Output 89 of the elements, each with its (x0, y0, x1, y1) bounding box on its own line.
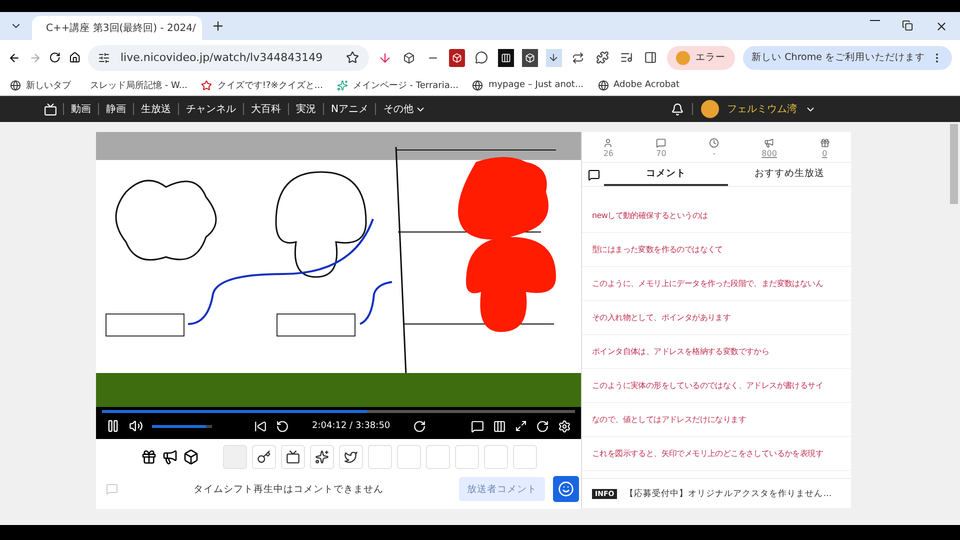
item-slot[interactable] (338, 445, 362, 469)
stat-value: - (712, 149, 716, 158)
plus-icon (211, 19, 225, 33)
tv-logo-icon (44, 102, 57, 116)
key-icon (256, 450, 270, 464)
bookmark-item[interactable]: Adobe Acrobat (598, 80, 680, 90)
nav-link[interactable]: 静画 (105, 102, 127, 116)
download-box-icon[interactable] (546, 48, 562, 66)
box-icon (182, 449, 198, 465)
stat-value[interactable]: 0 (822, 149, 828, 158)
chat-icon[interactable] (473, 48, 490, 66)
comment-disabled-message: タイムシフト再生中はコメントできません (192, 482, 384, 496)
minimize-icon[interactable] (870, 20, 880, 21)
update-chrome-button[interactable]: 新しい Chrome をご利用いただけます (742, 46, 952, 70)
gift-icon (820, 138, 830, 148)
globe-icon (10, 80, 21, 90)
info-text: 【応募受付中】オリジナルアクスタを作りません… (625, 488, 832, 500)
bell-icon (671, 102, 684, 116)
comment-text: このように、メモリ上にデータを作った段階で、まだ変数はないん (582, 267, 851, 301)
speech-bubble-icon (656, 138, 666, 148)
nav-link[interactable]: 実況 (295, 102, 317, 116)
comment-text: なので、値としてはアドレスだけになります (582, 403, 851, 437)
user-avatar[interactable] (701, 100, 719, 118)
nav-link[interactable]: 動画 (70, 102, 92, 116)
tv-icon (286, 450, 300, 464)
volume-icon (129, 419, 143, 433)
item-slot[interactable] (280, 445, 304, 469)
settings-icon (558, 420, 571, 432)
comment-text: 型にはまった変数を作るのではなくて (582, 233, 851, 267)
fullscreen-icon (515, 420, 527, 432)
nav-link[interactable]: Nアニメ (330, 102, 370, 116)
comment-text: このように実体の形をしているのではなく、アドレスが書けるサイ (582, 369, 851, 403)
megaphone-icon (764, 138, 774, 148)
bookmark-item[interactable]: mypage – Just anot... (472, 80, 584, 90)
profile-avatar (676, 50, 690, 64)
sparkle-character-icon (314, 450, 328, 464)
extensions-icon[interactable] (594, 48, 610, 66)
comment-icon (588, 168, 600, 180)
bookmark-item[interactable]: 新しいタブ (10, 78, 71, 92)
home-icon (68, 51, 80, 64)
nav-link[interactable]: その他 (382, 102, 428, 116)
gift-icon (140, 449, 156, 465)
item-slot[interactable] (252, 445, 276, 469)
comment-text: ポインタ自体は、アドレスを格納する変数ですから (582, 335, 851, 369)
bookmark-item[interactable]: スレッド局所記憶 - W... (85, 78, 188, 92)
user-name[interactable]: フェルミウム湾 (727, 102, 797, 116)
rewind-icon (276, 420, 289, 432)
globe-icon (472, 80, 484, 90)
smiley-icon (558, 481, 574, 497)
volume-slider[interactable] (152, 424, 212, 428)
bookmark-item[interactable]: メインページ - Terraria... (336, 78, 458, 92)
comment-icon (106, 483, 118, 495)
theater-icon (493, 420, 506, 432)
pause-icon[interactable] (106, 419, 120, 433)
playback-time: 2:04:12 / 3:38:50 (312, 421, 390, 431)
comment-text: その入れ物として、ポインタがあります (582, 301, 851, 335)
stat-value: 70 (656, 149, 666, 158)
globe-icon (598, 80, 609, 90)
skip-back-icon (254, 420, 267, 432)
person-icon (603, 138, 614, 148)
browser-tab[interactable]: C++講座 第3回(最終回) - 2024/ (32, 16, 202, 40)
panel-tab[interactable]: コメント (604, 163, 728, 186)
item-slot[interactable] (310, 445, 334, 469)
bookmark-star-icon (346, 51, 359, 64)
profile-error-button[interactable]: エラー (666, 46, 735, 70)
bookmark-item[interactable]: クイズです!?※クイズと... (201, 78, 323, 92)
nav-link[interactable]: 大百科 (250, 102, 282, 116)
stat-value[interactable]: 800 (762, 149, 777, 158)
nav-link[interactable]: 生放送 (140, 102, 172, 116)
emoji-button[interactable] (553, 476, 579, 502)
reload-icon (49, 51, 61, 64)
forward-icon (413, 420, 426, 432)
url-text: live.nicovideo.jp/watch/lv344843149 (120, 51, 324, 64)
comment-icon (471, 420, 484, 432)
address-bar[interactable]: live.nicovideo.jp/watch/lv344843149 (88, 44, 369, 70)
star-icon (201, 80, 212, 90)
site-settings-icon (98, 52, 110, 64)
stat-value: 26 (603, 149, 614, 158)
megaphone-icon (162, 449, 178, 465)
comment-text: これを図示すると、矢印でメモリ上のどこをさしているかを表現す (582, 437, 851, 471)
tab-title: C++講座 第3回(最終回) - 2024/ (46, 22, 196, 35)
bird-icon (344, 450, 358, 464)
panel-tab[interactable]: おすすめ生放送 (728, 163, 851, 186)
close-icon (935, 20, 948, 32)
reload-icon (536, 420, 549, 432)
restore-icon (902, 20, 913, 30)
nav-link[interactable]: チャンネル (185, 102, 237, 116)
comment-text: newして動的確保するというのは (582, 199, 851, 233)
clock-icon (709, 138, 720, 148)
